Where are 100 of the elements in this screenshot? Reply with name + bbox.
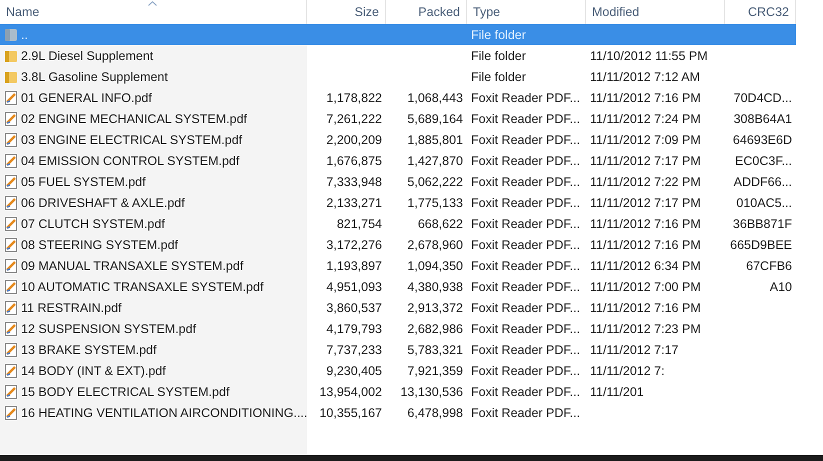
pdf-file-icon	[4, 132, 18, 146]
file-row[interactable]: 16 HEATING VENTILATION AIRCONDITIONING.... 10,355,167 6,478,998 Foxit Reader PDF...	[0, 402, 796, 423]
file-row[interactable]: 12 SUSPENSION SYSTEM.pdf 4,179,793 2,682,986 Foxit Reader PDF... 11/11/2012 7:23 PM	[0, 318, 796, 339]
file-row[interactable]: 03 ENGINE ELECTRICAL SYSTEM.pdf 2,200,209 1,885,801 Foxit Reader PDF... 11/11/2012 7:09 PM 64693E6D	[0, 129, 796, 150]
pdf-file-icon	[4, 342, 18, 356]
table-cell: 2,200,209	[326, 132, 382, 146]
file-row[interactable]: 09 MANUAL TRANSAXLE SYSTEM.pdf 1,193,897 1,094,350 Foxit Reader PDF... 11/11/2012 6:34 PM 67CFB6	[0, 255, 796, 276]
file-name: 2.9L Diesel Supplement	[21, 48, 154, 62]
table-cell: 36BB871F	[732, 216, 792, 230]
file-row[interactable]: 01 GENERAL INFO.pdf 1,178,822 1,068,443 Foxit Reader PDF... 11/11/2012 7:16 PM 70D4CD...	[0, 87, 796, 108]
table-cell: 2,913,372	[407, 300, 463, 314]
table-cell: Foxit Reader PDF...	[471, 154, 580, 168]
table-cell: 7,261,222	[326, 112, 382, 126]
file-row[interactable]: 07 CLUTCH SYSTEM.pdf 821,754 668,622 Foxit Reader PDF... 11/11/2012 7:16 PM 36BB871F	[0, 213, 796, 234]
file-name: 12 SUSPENSION SYSTEM.pdf	[21, 322, 196, 336]
file-row[interactable]: 13 BRAKE SYSTEM.pdf 7,737,233 5,783,321 Foxit Reader PDF... 11/11/2012 7:17	[0, 339, 796, 360]
table-cell: File folder	[471, 48, 526, 62]
table-cell: 11/11/2012 7:23 PM	[590, 322, 701, 336]
table-cell: 1,676,875	[326, 154, 382, 168]
file-row[interactable]: 3.8L Gasoline Supplement File folder 11/11/2012 7:12 AM	[0, 66, 796, 87]
file-row[interactable]: 14 BODY (INT & EXT).pdf 9,230,405 7,921,359 Foxit Reader PDF... 11/11/2012 7:	[0, 360, 796, 381]
file-name: 13 BRAKE SYSTEM.pdf	[21, 342, 156, 356]
file-row[interactable]: 15 BODY ELECTRICAL SYSTEM.pdf 13,954,002 13,130,536 Foxit Reader PDF... 11/11/201	[0, 381, 796, 402]
file-name: 16 HEATING VENTILATION AIRCONDITIONING....	[21, 406, 308, 420]
file-name: 11 RESTRAIN.pdf	[21, 300, 122, 314]
table-cell: 2,682,986	[407, 322, 463, 336]
table-cell: 7,921,359	[407, 364, 463, 378]
file-name: 03 ENGINE ELECTRICAL SYSTEM.pdf	[21, 132, 242, 146]
pdf-file-icon	[4, 154, 18, 168]
file-name: 3.8L Gasoline Supplement	[21, 70, 168, 84]
folder-icon	[4, 28, 18, 42]
file-row[interactable]: 10 AUTOMATIC TRANSAXLE SYSTEM.pdf 4,951,093 4,380,938 Foxit Reader PDF... 11/11/2012 7:00 PM A10	[0, 276, 796, 297]
table-cell: 11/10/2012 11:55 PM	[590, 48, 708, 62]
file-row[interactable]: 11 RESTRAIN.pdf 3,860,537 2,913,372 Foxit Reader PDF... 11/11/2012 7:16 PM	[0, 297, 796, 318]
file-row[interactable]: 2.9L Diesel Supplement File folder 11/10/2012 11:55 PM	[0, 45, 796, 66]
table-cell: File folder	[471, 70, 526, 84]
table-cell: 11/11/2012 7:22 PM	[590, 174, 701, 188]
file-name: 05 FUEL SYSTEM.pdf	[21, 174, 146, 188]
table-cell: 11/11/2012 7:16 PM	[590, 90, 701, 104]
table-cell: 7,737,233	[326, 342, 382, 356]
table-cell: Foxit Reader PDF...	[471, 384, 580, 398]
table-cell: Foxit Reader PDF...	[471, 322, 580, 336]
table-cell: 11/11/2012 7:12 AM	[590, 70, 700, 84]
file-row[interactable]: 02 ENGINE MECHANICAL SYSTEM.pdf 7,261,222 5,689,164 Foxit Reader PDF... 11/11/2012 7:24 PM 308B64A1	[0, 108, 796, 129]
table-cell: Foxit Reader PDF...	[471, 112, 580, 126]
table-cell: 11/11/2012 7:	[590, 364, 665, 378]
table-cell: A10	[770, 280, 792, 294]
table-cell: 1,885,801	[407, 132, 463, 146]
table-cell: 4,380,938	[407, 280, 463, 294]
table-cell: 9,230,405	[326, 364, 382, 378]
pdf-file-icon	[4, 406, 18, 420]
pdf-file-icon	[4, 238, 18, 252]
table-cell: Foxit Reader PDF...	[471, 406, 580, 420]
file-row[interactable]: 08 STEERING SYSTEM.pdf 3,172,276 2,678,960 Foxit Reader PDF... 11/11/2012 7:16 PM 665D9BEE	[0, 234, 796, 255]
table-cell: 1,178,822	[326, 90, 382, 104]
pdf-file-icon	[4, 174, 18, 188]
pdf-file-icon	[4, 112, 18, 126]
pdf-file-icon	[4, 258, 18, 272]
file-name: ..	[21, 28, 28, 42]
pdf-file-icon	[4, 300, 18, 314]
table-cell: Foxit Reader PDF...	[471, 132, 580, 146]
table-cell: 1,068,443	[407, 90, 463, 104]
table-cell: 3,860,537	[326, 300, 382, 314]
table-cell: Foxit Reader PDF...	[471, 196, 580, 210]
file-row[interactable]: 05 FUEL SYSTEM.pdf 7,333,948 5,062,222 Foxit Reader PDF... 11/11/2012 7:22 PM ADDF66...	[0, 171, 796, 192]
pdf-file-icon	[4, 364, 18, 378]
table-cell: 010AC5...	[736, 196, 792, 210]
table-cell: 5,783,321	[407, 342, 463, 356]
pdf-file-icon	[4, 196, 18, 210]
file-row[interactable]: 04 EMISSION CONTROL SYSTEM.pdf 1,676,875 1,427,870 Foxit Reader PDF... 11/11/2012 7:17 PM EC0C3F...	[0, 150, 796, 171]
table-cell: 11/11/2012 7:24 PM	[590, 112, 701, 126]
file-row[interactable]: 06 DRIVESHAFT & AXLE.pdf 2,133,271 1,775,133 Foxit Reader PDF... 11/11/2012 7:17 PM 010AC5...	[0, 192, 796, 213]
file-name: 10 AUTOMATIC TRANSAXLE SYSTEM.pdf	[21, 280, 264, 294]
table-cell: 11/11/2012 7:00 PM	[590, 280, 701, 294]
table-cell: 7,333,948	[326, 174, 382, 188]
table-cell: 11/11/2012 7:16 PM	[590, 216, 701, 230]
table-cell: 11/11/2012 7:17 PM	[590, 154, 701, 168]
table-cell: Foxit Reader PDF...	[471, 300, 580, 314]
file-name: 14 BODY (INT & EXT).pdf	[21, 364, 166, 378]
table-cell: 1,427,870	[407, 154, 463, 168]
table-cell: Foxit Reader PDF...	[471, 280, 580, 294]
table-cell: 11/11/201	[590, 384, 644, 398]
file-name: 15 BODY ELECTRICAL SYSTEM.pdf	[21, 384, 230, 398]
table-cell: 2,678,960	[407, 238, 463, 252]
table-cell: 3,172,276	[326, 238, 382, 252]
folder-icon	[4, 48, 18, 62]
pdf-file-icon	[4, 216, 18, 230]
table-cell: 1,775,133	[407, 196, 463, 210]
table-cell: 11/11/2012 7:16 PM	[590, 238, 701, 252]
file-name: 01 GENERAL INFO.pdf	[21, 90, 152, 104]
table-cell: 13,130,536	[400, 384, 463, 398]
table-cell: 70D4CD...	[734, 90, 792, 104]
table-cell: 67CFB6	[746, 258, 792, 272]
folder-icon	[4, 70, 18, 84]
table-cell: 11/11/2012 7:16 PM	[590, 300, 701, 314]
table-cell: Foxit Reader PDF...	[471, 258, 580, 272]
table-cell: 5,689,164	[407, 112, 463, 126]
file-name: 06 DRIVESHAFT & AXLE.pdf	[21, 196, 185, 210]
table-cell: Foxit Reader PDF...	[471, 364, 580, 378]
file-name: 07 CLUTCH SYSTEM.pdf	[21, 216, 165, 230]
